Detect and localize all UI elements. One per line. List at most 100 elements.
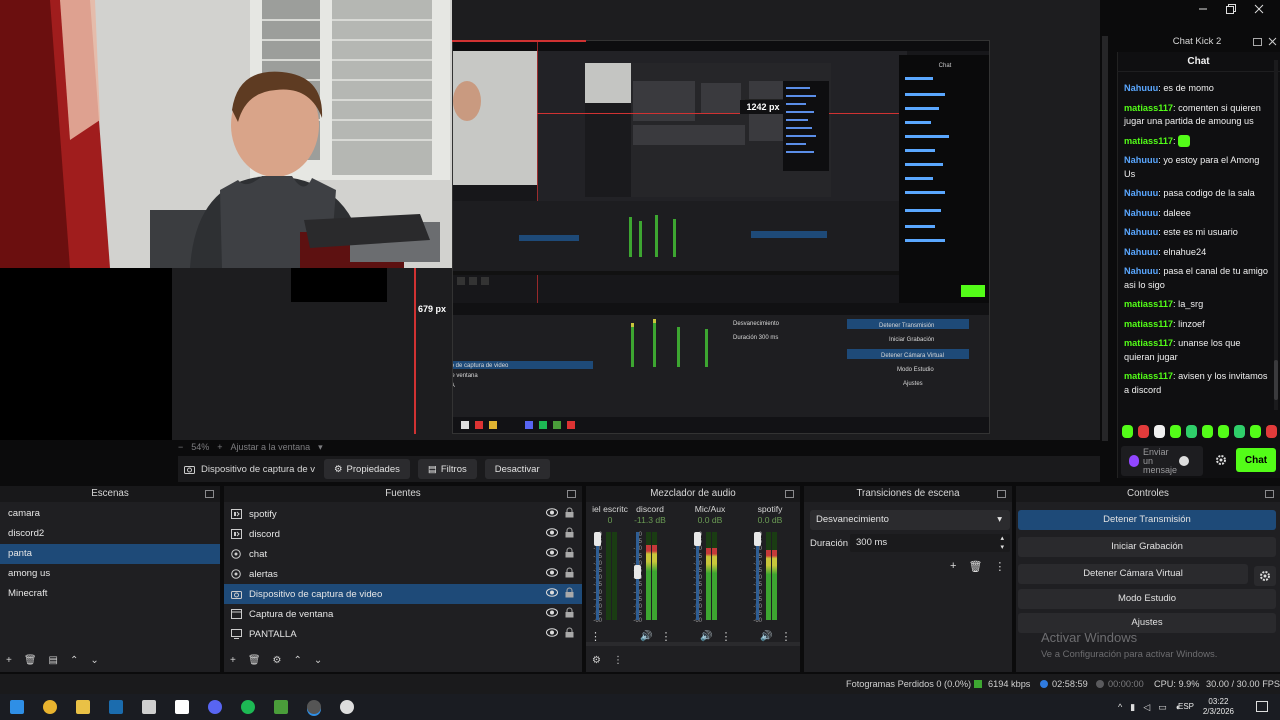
undock-icon[interactable] bbox=[567, 490, 576, 498]
chrome-icon[interactable] bbox=[43, 700, 57, 714]
add-icon[interactable]: + bbox=[230, 655, 236, 666]
chat-username[interactable]: matiass117 bbox=[1124, 103, 1173, 113]
restore-icon[interactable] bbox=[1224, 2, 1238, 16]
gear-icon[interactable]: ⚙ bbox=[592, 655, 601, 666]
scene-item[interactable]: among us bbox=[0, 564, 220, 584]
emote-icon[interactable] bbox=[1154, 425, 1165, 438]
capcut-icon[interactable] bbox=[175, 700, 189, 714]
speaker-icon[interactable]: ◁ bbox=[1143, 702, 1150, 713]
clock[interactable]: 03:22 2/3/2026 bbox=[1203, 697, 1234, 717]
emote-icon[interactable] bbox=[1186, 425, 1197, 438]
undock-icon[interactable] bbox=[1253, 38, 1262, 46]
mixer-scrollbar[interactable] bbox=[586, 642, 800, 646]
trash-icon[interactable]: 🗑 bbox=[248, 655, 261, 666]
steam-icon[interactable] bbox=[109, 700, 123, 714]
filters-button[interactable]: ▤ Filtros bbox=[417, 459, 477, 479]
undock-icon[interactable] bbox=[785, 490, 794, 498]
move-up-icon[interactable]: ⌃ bbox=[294, 655, 302, 666]
deactivate-button[interactable]: Desactivar bbox=[484, 459, 550, 479]
chat-send-button[interactable]: Chat bbox=[1236, 448, 1276, 472]
zoom-out-icon[interactable]: − bbox=[178, 442, 183, 452]
emote-icon[interactable] bbox=[1138, 425, 1149, 438]
chat-username[interactable]: Nahuuu bbox=[1124, 188, 1158, 198]
eye-icon[interactable] bbox=[546, 608, 558, 617]
lock-icon[interactable] bbox=[565, 547, 574, 558]
lock-icon[interactable] bbox=[565, 627, 574, 638]
speaker-icon[interactable]: 🔊 bbox=[760, 631, 772, 642]
stop-virtual-camera-button[interactable]: Detener Cámara Virtual bbox=[1018, 564, 1248, 584]
emote-icon[interactable] bbox=[1218, 425, 1229, 438]
scene-item[interactable]: panta bbox=[0, 544, 220, 564]
transition-select[interactable]: Desvanecimiento ▾ bbox=[810, 510, 1010, 530]
chat-username[interactable]: matiass117 bbox=[1124, 319, 1173, 329]
chat-username[interactable]: Nahuuu bbox=[1124, 227, 1158, 237]
eye-icon[interactable] bbox=[546, 628, 558, 637]
undock-icon[interactable] bbox=[1265, 490, 1274, 498]
zoom-in-icon[interactable]: + bbox=[217, 442, 222, 452]
preview-scrollbar[interactable] bbox=[1102, 36, 1108, 441]
gear-icon[interactable] bbox=[1213, 452, 1229, 468]
filter-icon[interactable]: ▤ bbox=[49, 655, 58, 666]
lock-icon[interactable] bbox=[565, 607, 574, 618]
scene-item[interactable]: discord2 bbox=[0, 524, 220, 544]
settings-icon[interactable] bbox=[340, 700, 354, 714]
chevron-up-icon[interactable]: ^ bbox=[1118, 702, 1122, 713]
emote-icon[interactable] bbox=[1234, 425, 1245, 438]
spotify-icon[interactable] bbox=[241, 700, 255, 714]
speaker-icon[interactable]: 🔊 bbox=[700, 631, 712, 642]
gear-icon[interactable] bbox=[1254, 566, 1276, 586]
volume-fader[interactable] bbox=[754, 532, 761, 620]
fader-knob[interactable] bbox=[594, 532, 601, 546]
fader-knob[interactable] bbox=[634, 565, 641, 580]
epic-icon[interactable] bbox=[142, 700, 156, 714]
fader-knob[interactable] bbox=[754, 532, 761, 546]
source-item[interactable]: Captura de ventana bbox=[224, 604, 582, 624]
emote-icon[interactable] bbox=[1202, 425, 1213, 438]
add-icon[interactable]: + bbox=[950, 560, 956, 573]
chat-username[interactable]: Nahuuu bbox=[1124, 247, 1158, 257]
add-icon[interactable]: + bbox=[6, 655, 12, 666]
fader-knob[interactable] bbox=[694, 532, 701, 546]
emoji-icon[interactable] bbox=[1179, 456, 1189, 466]
source-item[interactable]: Dispositivo de captura de video bbox=[224, 584, 582, 604]
stop-stream-button[interactable]: Detener Transmisión bbox=[1018, 510, 1276, 530]
chat-input[interactable]: Enviar un mensaje bbox=[1121, 446, 1203, 476]
minimize-icon[interactable] bbox=[1196, 2, 1210, 16]
eye-icon[interactable] bbox=[546, 548, 558, 557]
scene-item[interactable]: camara bbox=[0, 504, 220, 524]
eye-icon[interactable] bbox=[546, 588, 558, 597]
more-icon[interactable]: ⋮ bbox=[994, 560, 1005, 573]
speaker-icon[interactable]: 🔊 bbox=[640, 631, 652, 642]
trash-icon[interactable]: 🗑 bbox=[24, 655, 37, 666]
start-recording-button[interactable]: Iniciar Grabación bbox=[1018, 537, 1276, 557]
chat-username[interactable]: Nahuuu bbox=[1124, 208, 1158, 218]
source-item[interactable]: chat bbox=[224, 544, 582, 564]
chat-scrollbar[interactable] bbox=[1274, 60, 1278, 410]
microphone-icon[interactable] bbox=[1129, 455, 1139, 467]
emote-icon[interactable] bbox=[1250, 425, 1261, 438]
eye-icon[interactable] bbox=[546, 568, 558, 577]
move-up-icon[interactable]: ⌃ bbox=[70, 655, 78, 666]
source-item[interactable]: discord bbox=[224, 524, 582, 544]
chat-username[interactable]: Nahuuu bbox=[1124, 155, 1158, 165]
trash-icon[interactable]: 🗑 bbox=[968, 560, 982, 573]
windows-icon[interactable] bbox=[10, 700, 24, 714]
scene-item[interactable]: Minecraft bbox=[0, 584, 220, 604]
volume-fader[interactable] bbox=[634, 532, 641, 620]
undock-icon[interactable] bbox=[997, 490, 1006, 498]
emote-icon[interactable] bbox=[1122, 425, 1133, 438]
language-indicator[interactable]: ESP bbox=[1178, 702, 1194, 711]
microphone-icon[interactable]: ▮ bbox=[1130, 702, 1135, 713]
lock-icon[interactable] bbox=[565, 507, 574, 518]
move-down-icon[interactable]: ⌄ bbox=[90, 655, 98, 666]
close-icon[interactable] bbox=[1252, 2, 1266, 16]
move-down-icon[interactable]: ⌄ bbox=[314, 655, 322, 666]
more-icon[interactable]: ⋮ bbox=[613, 655, 623, 666]
spinner-icon[interactable]: ▴ ▾ bbox=[1000, 534, 1004, 552]
chat-username[interactable]: matiass117 bbox=[1124, 338, 1173, 348]
chat-username[interactable]: Nahuuu bbox=[1124, 83, 1158, 93]
network-icon[interactable]: ▭ bbox=[1158, 702, 1167, 713]
lock-icon[interactable] bbox=[565, 567, 574, 578]
lock-icon[interactable] bbox=[565, 527, 574, 538]
chat-username[interactable]: matiass117 bbox=[1124, 136, 1173, 146]
